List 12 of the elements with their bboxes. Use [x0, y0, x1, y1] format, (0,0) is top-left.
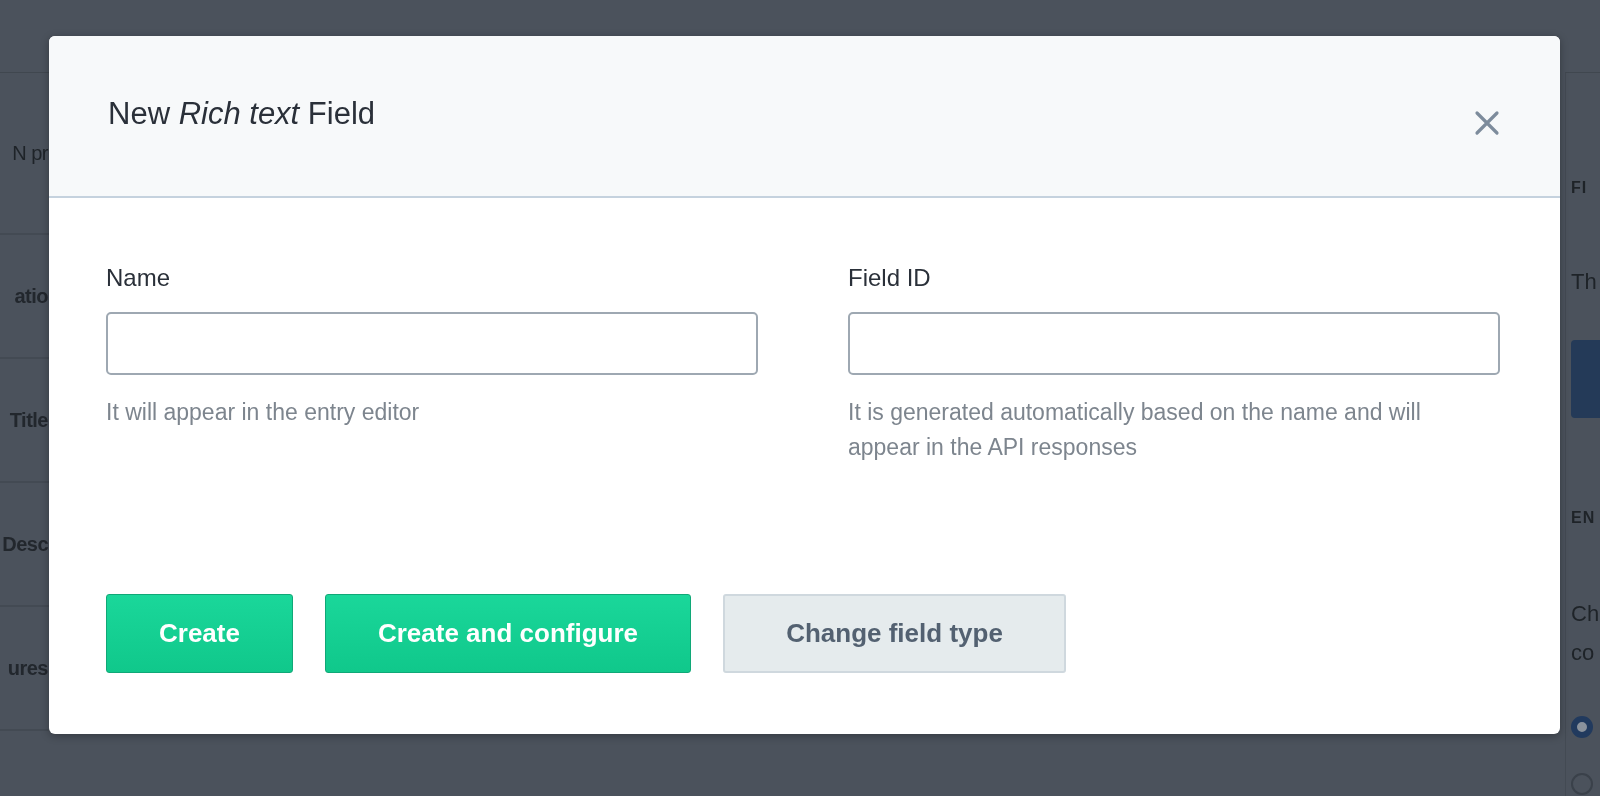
create-button[interactable]: Create and configure [324, 594, 691, 673]
field-label: Field ID [848, 264, 931, 292]
radio-button[interactable] [1571, 716, 1593, 738]
input-field[interactable] [106, 312, 758, 375]
help-text: It is generated automatically based on the name and will appear in the API responses [848, 398, 1422, 462]
create-button[interactable]: Create [106, 594, 293, 673]
close-icon[interactable] [1474, 110, 1500, 136]
dialog-title: New Rich text Field [108, 96, 376, 132]
input-field[interactable] [848, 312, 1500, 375]
field-label: Name [106, 264, 171, 292]
help-text: It will appear in the entry editor [106, 398, 420, 427]
change-type-button[interactable]: Change field type [723, 594, 1066, 673]
